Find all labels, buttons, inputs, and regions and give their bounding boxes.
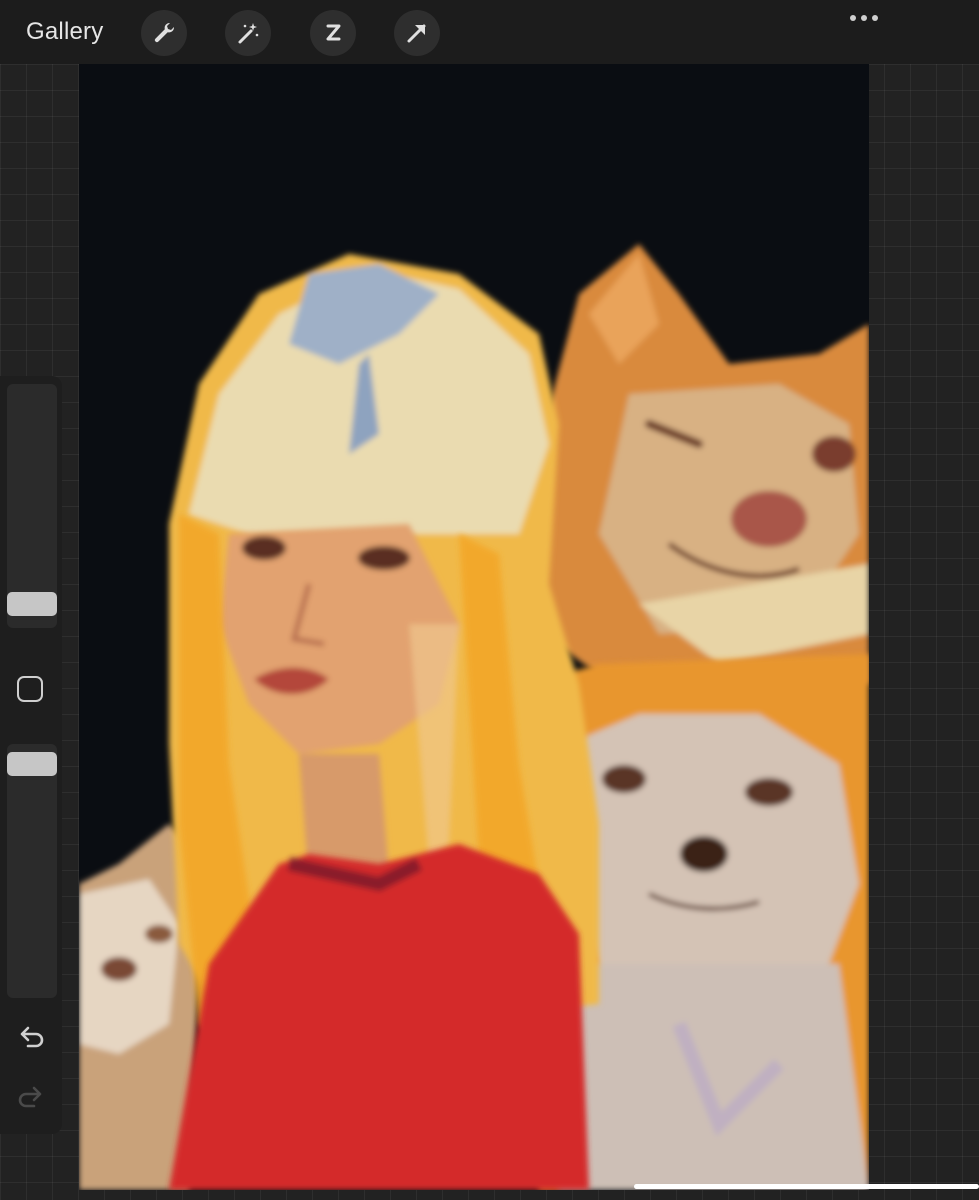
painting-artwork bbox=[79, 244, 869, 1190]
opacity-slider[interactable] bbox=[7, 744, 57, 998]
more-button[interactable] bbox=[846, 10, 882, 26]
adjustments-button[interactable] bbox=[225, 10, 271, 56]
undo-icon[interactable] bbox=[16, 1024, 46, 1050]
home-indicator[interactable] bbox=[634, 1184, 979, 1189]
arrow-transform-icon bbox=[407, 24, 426, 43]
top-toolbar: Gallery bbox=[0, 0, 979, 64]
drawing-canvas[interactable] bbox=[79, 64, 869, 1190]
modify-button[interactable] bbox=[17, 676, 43, 702]
redo-icon[interactable] bbox=[16, 1084, 46, 1110]
actions-button[interactable] bbox=[141, 10, 187, 56]
more-dots-icon bbox=[850, 15, 856, 21]
magic-wand-icon bbox=[238, 23, 259, 44]
brush-size-thumb[interactable] bbox=[7, 592, 57, 616]
wrench-icon bbox=[154, 22, 175, 43]
gallery-button[interactable]: Gallery bbox=[26, 18, 103, 46]
transform-button[interactable] bbox=[394, 10, 440, 56]
selection-s-icon bbox=[326, 24, 341, 41]
opacity-thumb[interactable] bbox=[7, 752, 57, 776]
selection-button[interactable] bbox=[310, 10, 356, 56]
side-toolbar bbox=[0, 376, 62, 1134]
brush-size-slider[interactable] bbox=[7, 384, 57, 628]
